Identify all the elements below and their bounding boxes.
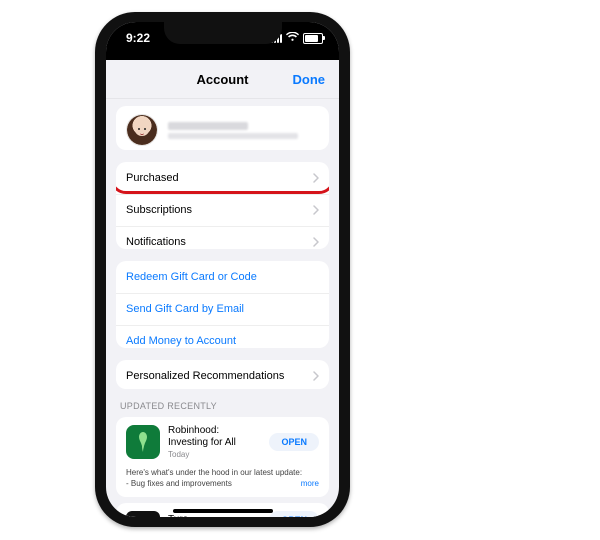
nav-subscriptions-label: Subscriptions	[126, 204, 192, 216]
page-title: Account	[197, 72, 249, 87]
profile-name	[168, 122, 248, 130]
more-link[interactable]: more	[301, 478, 319, 489]
nav-subscriptions[interactable]: Subscriptions	[116, 194, 329, 226]
nav-personalized-label: Personalized Recommendations	[126, 370, 284, 382]
link-redeem-label: Redeem Gift Card or Code	[126, 271, 257, 283]
personalized-card: Personalized Recommendations	[116, 360, 329, 389]
app-card-robinhood[interactable]: Robinhood: Investing for All Today OPEN …	[116, 417, 329, 497]
link-add-money-label: Add Money to Account	[126, 335, 236, 347]
chevron-right-icon	[313, 205, 319, 215]
profile-card[interactable]	[116, 106, 329, 150]
open-button[interactable]: OPEN	[269, 511, 319, 517]
link-send-gift-label: Send Gift Card by Email	[126, 303, 244, 315]
nav-group: Purchased Subscriptions Notifications	[116, 162, 329, 249]
iphone-frame: 9:22 Account Done	[95, 12, 350, 527]
app-name: Turo	[168, 514, 261, 517]
avatar	[126, 114, 158, 146]
status-time: 9:22	[126, 31, 150, 45]
chevron-right-icon	[313, 173, 319, 183]
nav-purchased[interactable]: Purchased	[116, 162, 329, 194]
wifi-icon	[286, 31, 299, 45]
app-name: Robinhood: Investing for All	[168, 425, 261, 449]
link-send-gift[interactable]: Send Gift Card by Email	[116, 293, 329, 325]
chevron-right-icon	[313, 237, 319, 247]
chevron-right-icon	[313, 371, 319, 381]
update-notes-text: Here's what's under the hood in our late…	[126, 468, 302, 488]
open-button[interactable]: OPEN	[269, 433, 319, 451]
sheet-header: Account Done	[106, 60, 339, 99]
turo-app-icon: TURO	[126, 511, 160, 517]
screen: 9:22 Account Done	[106, 22, 339, 517]
link-add-money[interactable]: Add Money to Account	[116, 325, 329, 348]
link-redeem[interactable]: Redeem Gift Card or Code	[116, 261, 329, 293]
robinhood-app-icon	[126, 425, 160, 459]
nav-personalized[interactable]: Personalized Recommendations	[116, 360, 329, 389]
home-indicator[interactable]	[173, 509, 273, 513]
done-button[interactable]: Done	[293, 72, 326, 87]
nav-purchased-label: Purchased	[126, 172, 179, 184]
profile-email	[168, 133, 298, 139]
links-group: Redeem Gift Card or Code Send Gift Card …	[116, 261, 329, 348]
app-sub: Today	[168, 450, 261, 459]
update-notes: Here's what's under the hood in our late…	[116, 467, 329, 497]
updated-recently-title: UPDATED RECENTLY	[116, 401, 329, 411]
nav-notifications[interactable]: Notifications	[116, 226, 329, 249]
nav-notifications-label: Notifications	[126, 236, 186, 248]
battery-icon	[303, 33, 323, 44]
content[interactable]: Purchased Subscriptions Notifications	[106, 98, 339, 517]
notch	[164, 22, 282, 44]
